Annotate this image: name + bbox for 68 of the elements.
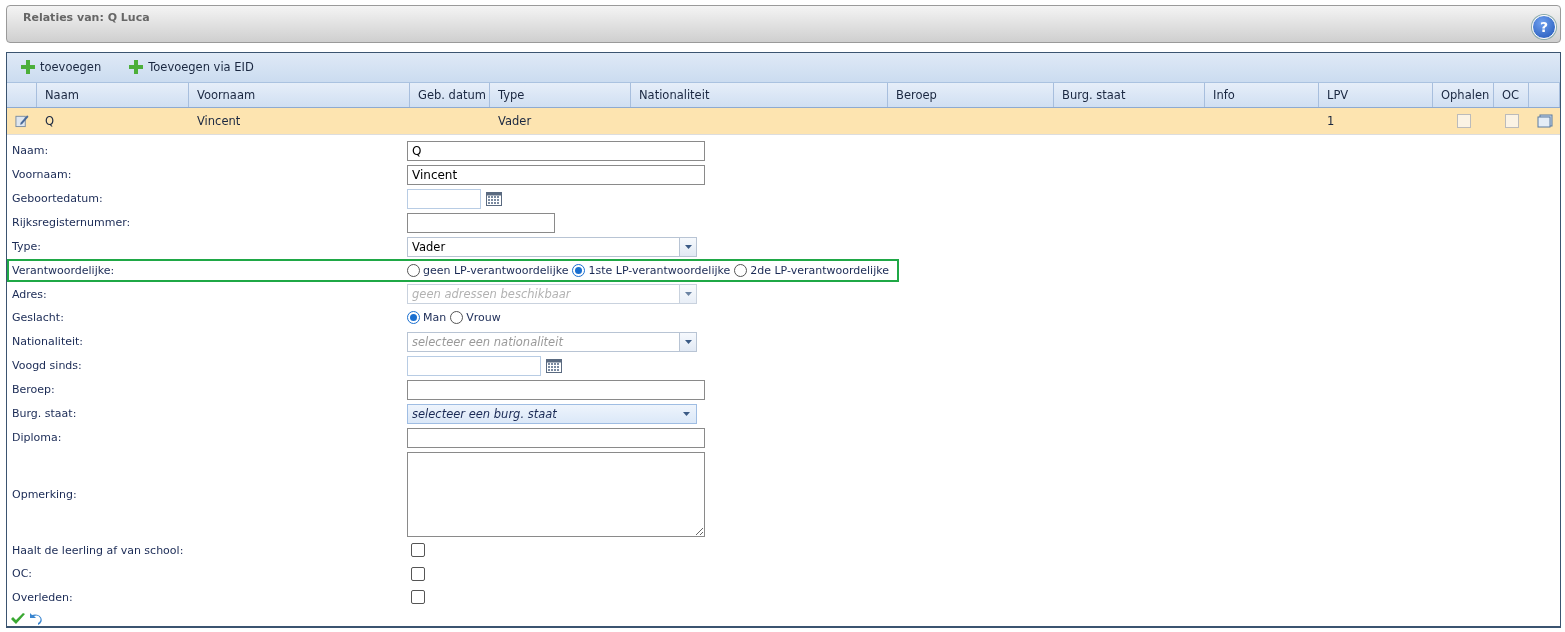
calendar-icon[interactable] xyxy=(546,358,562,373)
dropdown[interactable]: selecteer een burg. staat xyxy=(407,403,697,424)
plus-icon xyxy=(129,60,144,74)
edit-icon[interactable] xyxy=(15,113,29,128)
field-label: OC: xyxy=(12,567,34,581)
column-header[interactable]: Nationaliteit xyxy=(631,82,888,107)
input-field[interactable] xyxy=(407,379,705,400)
add-button[interactable]: toevoegen xyxy=(7,52,116,82)
field-label: Verantwoordelijke: xyxy=(12,263,116,277)
radio-option[interactable]: Man xyxy=(407,311,447,325)
field-label: Naam: xyxy=(12,144,50,157)
column-header[interactable]: Ophalen xyxy=(1433,82,1494,107)
dropdown-arrow-icon xyxy=(684,244,692,249)
input-field[interactable] xyxy=(407,427,705,448)
checkbox[interactable] xyxy=(1456,113,1471,128)
date-field[interactable] xyxy=(407,188,481,209)
dropdown-arrow-icon xyxy=(684,292,692,296)
field-label: Voornaam: xyxy=(12,168,73,181)
checkbox[interactable] xyxy=(411,543,425,558)
document-icon[interactable] xyxy=(1537,113,1553,128)
column-header[interactable]: Beroep xyxy=(888,82,1054,107)
input-field[interactable] xyxy=(407,212,555,233)
dropdown[interactable]: Vader xyxy=(407,236,697,257)
date-field[interactable] xyxy=(407,355,541,376)
field-label: Haalt de leerling af van school: xyxy=(12,543,185,557)
table-cell-text: 1 xyxy=(1326,112,1336,130)
checkbox[interactable] xyxy=(411,566,425,581)
radio-option[interactable]: 2de LP-verantwoordelijke xyxy=(734,263,889,277)
undo-icon[interactable] xyxy=(28,612,44,626)
column-header[interactable]: Naam xyxy=(37,82,189,107)
radio-option[interactable]: geen LP-verantwoordelijke xyxy=(407,263,569,277)
checkmark-icon[interactable] xyxy=(10,612,26,626)
field-label: Diploma: xyxy=(12,431,63,444)
plus-icon xyxy=(21,60,35,74)
radio-option[interactable]: 1ste LP-verantwoordelijke xyxy=(572,263,731,277)
column-header[interactable]: LPV xyxy=(1319,82,1433,107)
column-header[interactable]: Voornaam xyxy=(189,82,410,107)
field-label: Opmerking: xyxy=(12,487,78,501)
column-header[interactable]: Burg. staat xyxy=(1054,82,1205,107)
column-header[interactable]: Type xyxy=(490,82,631,107)
table-cell-text: Vincent xyxy=(196,112,242,130)
column-header[interactable]: Info xyxy=(1205,82,1319,107)
dropdown-arrow-icon xyxy=(684,339,692,344)
radio-option[interactable]: Vrouw xyxy=(450,311,501,325)
calendar-icon[interactable] xyxy=(486,191,502,206)
field-label: Geslacht: xyxy=(12,311,65,325)
checkbox[interactable] xyxy=(1504,113,1519,128)
page-title: Relaties van: Q Luca xyxy=(23,11,150,26)
add-button[interactable]: Toevoegen via EID xyxy=(115,52,268,82)
field-label: Beroep: xyxy=(12,383,56,396)
field-label: Adres: xyxy=(12,287,48,301)
field-label: Rijksregisternummer: xyxy=(12,216,132,229)
table-cell-text: Vader xyxy=(497,112,533,130)
table-row[interactable]: Q Vincent Vader 1 xyxy=(7,107,1560,135)
field-label: Geboortedatum: xyxy=(12,192,104,205)
dropdown-arrow-icon xyxy=(683,411,690,416)
field-label: Type: xyxy=(12,240,42,253)
column-header[interactable]: Geb. datum xyxy=(410,82,490,107)
field-label: Nationaliteit: xyxy=(12,335,85,348)
field-label: Burg. staat: xyxy=(12,407,78,420)
field-label: Overleden: xyxy=(12,590,74,604)
table-cell-text: Q xyxy=(44,112,56,130)
comment-field[interactable] xyxy=(407,451,705,537)
column-header[interactable]: OC xyxy=(1494,82,1529,107)
input-field[interactable]: Q xyxy=(407,140,705,161)
input-field[interactable]: Vincent xyxy=(407,164,705,185)
checkbox[interactable] xyxy=(411,590,425,605)
field-label: Voogd sinds: xyxy=(12,359,83,372)
